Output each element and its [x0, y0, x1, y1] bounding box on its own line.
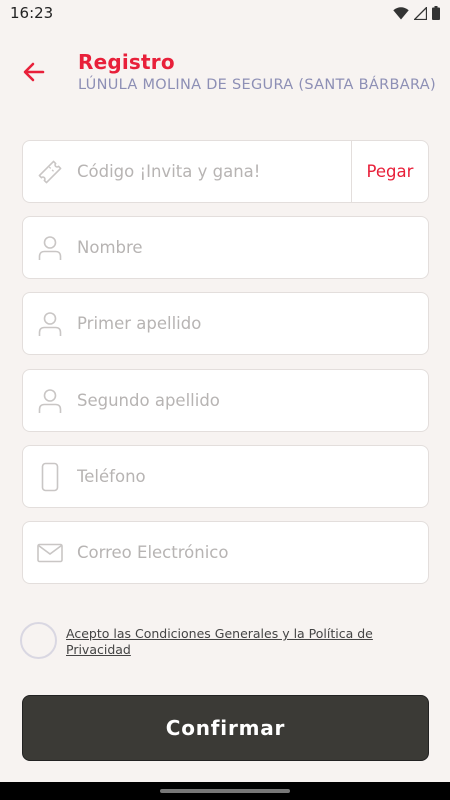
signal-icon [414, 6, 427, 20]
home-handle[interactable] [160, 789, 290, 793]
second-surname-field [22, 369, 429, 432]
email-input[interactable] [77, 522, 428, 583]
page-title: Registro [78, 50, 175, 74]
navigation-bar [0, 782, 450, 800]
email-field [22, 521, 429, 584]
battery-icon [432, 6, 440, 20]
terms-link[interactable]: Acepto las Condiciones Generales y la Po… [66, 626, 430, 658]
phone-field [22, 445, 429, 508]
first-surname-field [22, 292, 429, 355]
person-icon [38, 235, 62, 260]
surname1-icon-wrap [23, 293, 77, 354]
page-subtitle: LÚNULA MOLINA DE SEGURA (SANTA BÁRBARA) [78, 77, 436, 93]
status-icons [393, 6, 440, 20]
email-icon-wrap [23, 522, 77, 583]
first-surname-input[interactable] [77, 293, 428, 354]
promo-code-input[interactable] [77, 141, 351, 202]
terms-row: Acepto las Condiciones Generales y la Po… [20, 622, 430, 662]
status-bar: 16:23 [0, 0, 450, 26]
phone-icon-wrap [23, 446, 77, 507]
paste-button[interactable]: Pegar [351, 141, 428, 202]
code-icon-wrap [23, 141, 77, 202]
envelope-icon [37, 543, 63, 562]
person-icon [38, 311, 62, 336]
arrow-left-icon [23, 62, 45, 82]
person-icon [38, 388, 62, 413]
first-name-field [22, 216, 429, 279]
ticket-icon [38, 160, 62, 183]
terms-checkbox[interactable] [20, 622, 57, 659]
phone-input[interactable] [77, 446, 428, 507]
surname2-icon-wrap [23, 370, 77, 431]
phone-icon [41, 462, 59, 491]
promo-code-field: Pegar [22, 140, 429, 203]
confirm-button[interactable]: Confirmar [22, 695, 429, 761]
name-icon-wrap [23, 217, 77, 278]
first-name-input[interactable] [77, 217, 428, 278]
back-button[interactable] [20, 58, 48, 86]
second-surname-input[interactable] [77, 370, 428, 431]
header: Registro LÚNULA MOLINA DE SEGURA (SANTA … [0, 44, 450, 104]
status-time: 16:23 [10, 4, 54, 22]
wifi-icon [393, 6, 409, 20]
